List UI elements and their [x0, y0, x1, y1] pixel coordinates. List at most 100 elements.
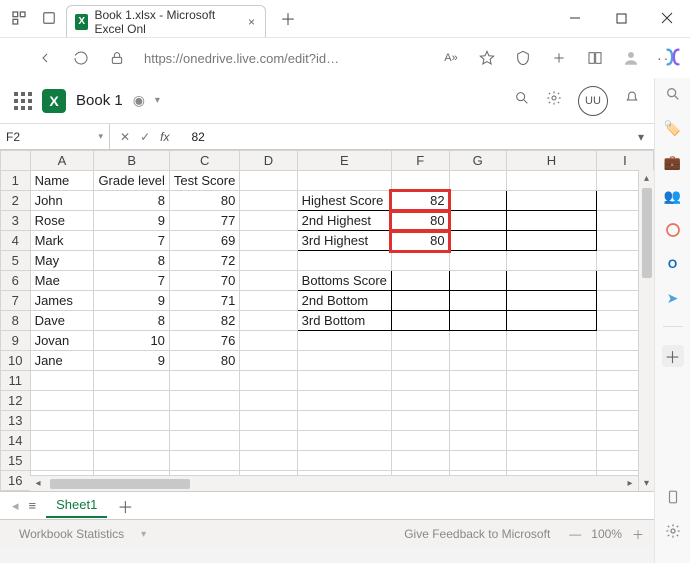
cell-C5[interactable]: 72: [169, 251, 239, 271]
cell-A5[interactable]: May: [30, 251, 94, 271]
cell-A13[interactable]: [30, 411, 94, 431]
sidebar-people-icon[interactable]: 👥: [663, 186, 683, 206]
cell-G10[interactable]: [449, 351, 506, 371]
doc-name-chevron-icon[interactable]: ▾: [155, 95, 160, 106]
url-text[interactable]: https://onedrive.live.com/edit?id…: [138, 51, 345, 66]
sheet-tab-active[interactable]: Sheet1: [46, 493, 107, 518]
select-all-corner[interactable]: [1, 151, 31, 171]
cell-B15[interactable]: [94, 451, 169, 471]
row-header-15[interactable]: 15: [1, 451, 31, 471]
row-header-14[interactable]: 14: [1, 431, 31, 451]
column-header-E[interactable]: E: [297, 151, 391, 171]
sidebar-add-button[interactable]: ＋: [662, 345, 684, 367]
cancel-formula-icon[interactable]: ✕: [120, 130, 130, 144]
saved-cloud-icon[interactable]: ◉: [133, 92, 145, 109]
cell-E10[interactable]: [297, 351, 391, 371]
row-header-8[interactable]: 8: [1, 311, 31, 331]
site-info-icon[interactable]: [102, 43, 132, 73]
sidebar-send-icon[interactable]: ➤: [663, 288, 683, 308]
cell-C8[interactable]: 82: [169, 311, 239, 331]
browser-tab-active[interactable]: X Book 1.xlsx - Microsoft Excel Onl ×: [66, 5, 266, 37]
cell-E14[interactable]: [297, 431, 391, 451]
cell-G3[interactable]: [449, 211, 506, 231]
settings-gear-icon[interactable]: [546, 90, 562, 111]
cell-B9[interactable]: 10: [94, 331, 169, 351]
row-header-3[interactable]: 3: [1, 211, 31, 231]
sidebar-settings-icon[interactable]: [663, 521, 683, 541]
cell-B6[interactable]: 7: [94, 271, 169, 291]
cell-D10[interactable]: [240, 351, 297, 371]
cell-C12[interactable]: [169, 391, 239, 411]
cell-H11[interactable]: [506, 371, 596, 391]
cell-E3[interactable]: 2nd Highest: [297, 211, 391, 231]
sidebar-shopping-icon[interactable]: 🏷️: [663, 118, 683, 138]
cell-B12[interactable]: [94, 391, 169, 411]
refresh-button[interactable]: [66, 43, 96, 73]
zoom-in-button[interactable]: ＋: [632, 526, 644, 543]
sidebar-tools-icon[interactable]: 💼: [663, 152, 683, 172]
cell-G5[interactable]: [449, 251, 506, 271]
cell-G15[interactable]: [449, 451, 506, 471]
cell-A3[interactable]: Rose: [30, 211, 94, 231]
cell-G14[interactable]: [449, 431, 506, 451]
expand-formula-bar-icon[interactable]: ▾: [628, 130, 654, 144]
cell-A14[interactable]: [30, 431, 94, 451]
new-tab-page-icon[interactable]: [36, 5, 62, 31]
cell-B8[interactable]: 8: [94, 311, 169, 331]
cell-H5[interactable]: [506, 251, 596, 271]
row-header-17[interactable]: 17: [1, 491, 31, 493]
name-box-chevron-icon[interactable]: ▾: [98, 131, 103, 142]
cell-A1[interactable]: Name: [30, 171, 94, 191]
copilot-icon[interactable]: [658, 42, 688, 72]
cell-G13[interactable]: [449, 411, 506, 431]
row-header-9[interactable]: 9: [1, 331, 31, 351]
cell-F14[interactable]: [391, 431, 449, 451]
cell-B2[interactable]: 8: [94, 191, 169, 211]
scroll-left-icon[interactable]: ◂: [30, 478, 46, 489]
cell-C13[interactable]: [169, 411, 239, 431]
fx-icon[interactable]: fx: [160, 130, 177, 144]
scroll-down-icon[interactable]: ▾: [639, 475, 654, 491]
cell-E4[interactable]: 3rd Highest: [297, 231, 391, 251]
column-header-C[interactable]: C: [169, 151, 239, 171]
sidebar-search-icon[interactable]: [663, 84, 683, 104]
row-header-16[interactable]: 16: [1, 471, 31, 491]
reading-mode-button[interactable]: A»: [436, 43, 466, 73]
cell-C10[interactable]: 80: [169, 351, 239, 371]
cell-D6[interactable]: [240, 271, 297, 291]
cell-H6[interactable]: [506, 271, 596, 291]
cell-D9[interactable]: [240, 331, 297, 351]
document-name[interactable]: Book 1: [76, 92, 123, 109]
search-icon[interactable]: [514, 90, 530, 111]
cell-D2[interactable]: [240, 191, 297, 211]
back-button[interactable]: [30, 43, 60, 73]
accept-formula-icon[interactable]: ✓: [140, 130, 150, 144]
cell-B4[interactable]: 7: [94, 231, 169, 251]
cell-E9[interactable]: [297, 331, 391, 351]
cell-F12[interactable]: [391, 391, 449, 411]
cell-G6[interactable]: [449, 271, 506, 291]
cell-B11[interactable]: [94, 371, 169, 391]
cell-A7[interactable]: James: [30, 291, 94, 311]
cell-A9[interactable]: Jovan: [30, 331, 94, 351]
column-header-F[interactable]: F: [391, 151, 449, 171]
security-badge-icon[interactable]: [508, 43, 538, 73]
cell-H2[interactable]: [506, 191, 596, 211]
cell-A2[interactable]: John: [30, 191, 94, 211]
cell-G4[interactable]: [449, 231, 506, 251]
all-sheets-icon[interactable]: ≡: [29, 498, 37, 513]
cell-D5[interactable]: [240, 251, 297, 271]
row-header-10[interactable]: 10: [1, 351, 31, 371]
cell-B5[interactable]: 8: [94, 251, 169, 271]
cell-H13[interactable]: [506, 411, 596, 431]
row-header-5[interactable]: 5: [1, 251, 31, 271]
column-header-H[interactable]: H: [506, 151, 596, 171]
cell-F13[interactable]: [391, 411, 449, 431]
column-header-D[interactable]: D: [240, 151, 297, 171]
window-maximize-button[interactable]: [598, 0, 644, 37]
column-header-I[interactable]: I: [596, 151, 653, 171]
vertical-scrollbar[interactable]: ▴ ▾: [638, 170, 654, 491]
row-header-13[interactable]: 13: [1, 411, 31, 431]
split-screen-button[interactable]: [580, 43, 610, 73]
cell-F7[interactable]: [391, 291, 449, 311]
